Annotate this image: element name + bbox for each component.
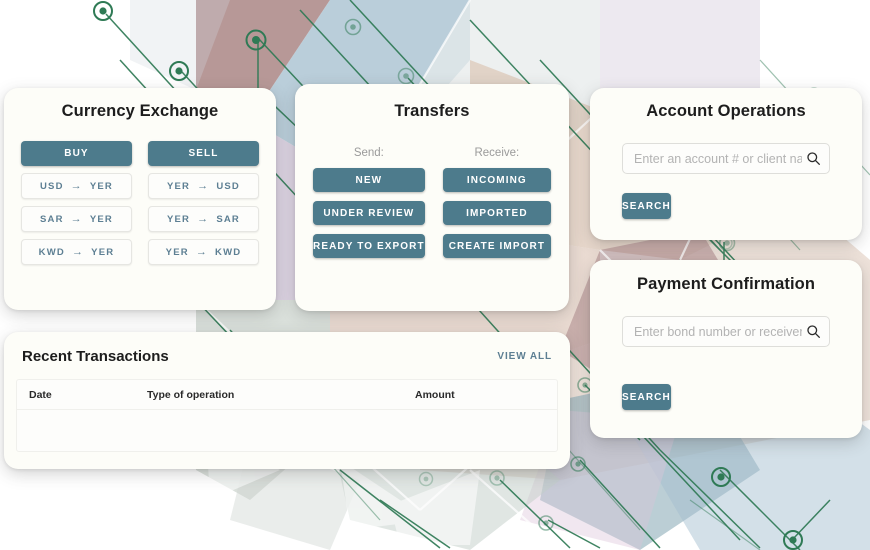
currency-exchange-title: Currency Exchange bbox=[61, 102, 219, 120]
pair-kwd-yer-button[interactable]: KWD → YER bbox=[21, 239, 132, 265]
pair-from: YER bbox=[165, 246, 189, 258]
arrow-right-icon: → bbox=[195, 245, 209, 258]
transfers-send-column: Send: NEW UNDER REVIEW READY TO EXPORT bbox=[313, 147, 425, 258]
payment-search-input[interactable] bbox=[634, 324, 802, 339]
pair-to: USD bbox=[216, 180, 240, 192]
recent-transactions-title: Recent Transactions bbox=[22, 348, 169, 365]
pair-to: YER bbox=[91, 246, 115, 258]
pair-yer-usd-button[interactable]: YER → USD bbox=[148, 173, 259, 199]
pair-to: YER bbox=[89, 180, 113, 192]
account-operations-card: Account Operations SEARCH bbox=[590, 88, 862, 240]
arrow-right-icon: → bbox=[70, 179, 83, 192]
search-icon[interactable] bbox=[806, 151, 821, 166]
currency-buy-column: BUY USD → YER SAR → YER KWD → YER bbox=[21, 141, 132, 265]
column-header-type-of-operation: Type of operation bbox=[147, 388, 235, 401]
transfers-card: Transfers Send: NEW UNDER REVIEW READY T… bbox=[295, 84, 569, 311]
app-screen: Currency Exchange BUY USD → YER SAR → YE… bbox=[0, 0, 870, 550]
pair-from: KWD bbox=[38, 246, 65, 258]
recent-transactions-card: Recent Transactions VIEW ALL Date Type o… bbox=[4, 332, 570, 469]
send-label: Send: bbox=[353, 147, 384, 159]
pair-from: YER bbox=[166, 213, 191, 225]
pair-from: SAR bbox=[39, 213, 64, 225]
search-icon[interactable] bbox=[806, 324, 821, 339]
receive-label: Receive: bbox=[474, 147, 520, 159]
payment-search-field[interactable] bbox=[622, 316, 830, 347]
sell-button[interactable]: SELL bbox=[148, 141, 259, 166]
arrow-right-icon: → bbox=[197, 179, 210, 192]
transfers-title: Transfers bbox=[394, 102, 470, 120]
transfer-incoming-button[interactable]: INCOMING bbox=[442, 168, 551, 192]
view-all-link[interactable]: VIEW ALL bbox=[497, 351, 552, 362]
arrow-right-icon: → bbox=[197, 212, 210, 225]
account-search-button[interactable]: SEARCH bbox=[622, 193, 671, 219]
transfer-create-import-button[interactable]: CREATE IMPORT bbox=[442, 234, 551, 258]
payment-confirmation-card: Payment Confirmation SEARCH bbox=[590, 260, 862, 438]
arrow-right-icon: → bbox=[71, 245, 85, 258]
pair-from: USD bbox=[39, 180, 64, 192]
payment-search-button[interactable]: SEARCH bbox=[622, 384, 671, 410]
account-search-field[interactable] bbox=[622, 143, 830, 174]
transfer-ready-to-export-button[interactable]: READY TO EXPORT bbox=[313, 234, 425, 258]
column-header-amount: Amount bbox=[415, 388, 455, 401]
transfer-under-review-button[interactable]: UNDER REVIEW bbox=[313, 201, 425, 225]
pair-to: YER bbox=[89, 213, 113, 225]
pair-to: KWD bbox=[215, 246, 242, 258]
pair-sar-yer-button[interactable]: SAR → YER bbox=[21, 206, 132, 232]
arrow-right-icon: → bbox=[70, 212, 83, 225]
column-header-date: Date bbox=[29, 388, 52, 401]
buy-button[interactable]: BUY bbox=[21, 141, 132, 166]
pair-yer-kwd-button[interactable]: YER → KWD bbox=[148, 239, 259, 265]
payment-confirmation-title: Payment Confirmation bbox=[636, 275, 816, 293]
transfers-columns: Send: NEW UNDER REVIEW READY TO EXPORT R… bbox=[295, 147, 569, 258]
transfer-imported-button[interactable]: IMPORTED bbox=[442, 201, 551, 225]
recent-transactions-table: Date Type of operation Amount bbox=[16, 379, 558, 452]
pair-to: SAR bbox=[216, 213, 240, 225]
table-body-empty bbox=[17, 410, 557, 451]
recent-transactions-header: Recent Transactions VIEW ALL bbox=[4, 332, 570, 365]
table-header-row: Date Type of operation Amount bbox=[17, 380, 557, 410]
pair-usd-yer-button[interactable]: USD → YER bbox=[21, 173, 132, 199]
currency-exchange-card: Currency Exchange BUY USD → YER SAR → YE… bbox=[4, 88, 276, 310]
transfer-new-button[interactable]: NEW bbox=[313, 168, 425, 192]
pair-yer-sar-button[interactable]: YER → SAR bbox=[148, 206, 259, 232]
currency-sell-column: SELL YER → USD YER → SAR YER → KWD bbox=[148, 141, 259, 265]
account-search-input[interactable] bbox=[634, 151, 802, 166]
transfers-receive-column: Receive: INCOMING IMPORTED CREATE IMPORT bbox=[442, 147, 551, 258]
account-operations-title: Account Operations bbox=[646, 102, 806, 120]
currency-exchange-columns: BUY USD → YER SAR → YER KWD → YER SELL Y… bbox=[4, 141, 276, 265]
pair-from: YER bbox=[166, 180, 191, 192]
